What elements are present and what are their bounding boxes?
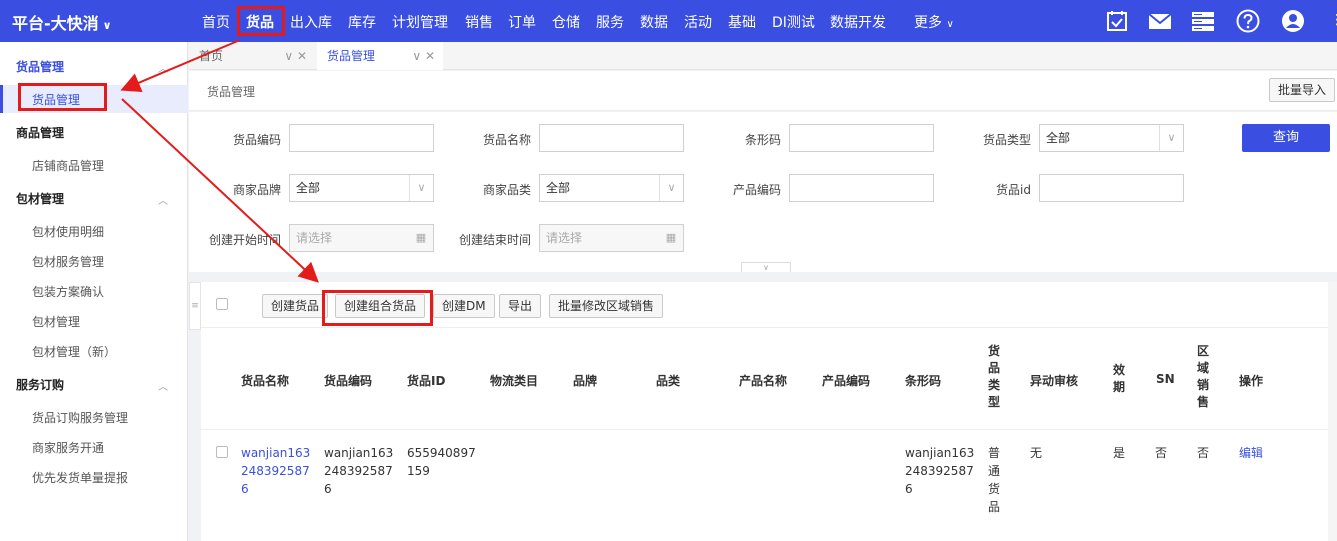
annotation-arrow [120,39,241,92]
annotation-arrow [121,98,319,283]
annotation-arrows [120,39,319,283]
